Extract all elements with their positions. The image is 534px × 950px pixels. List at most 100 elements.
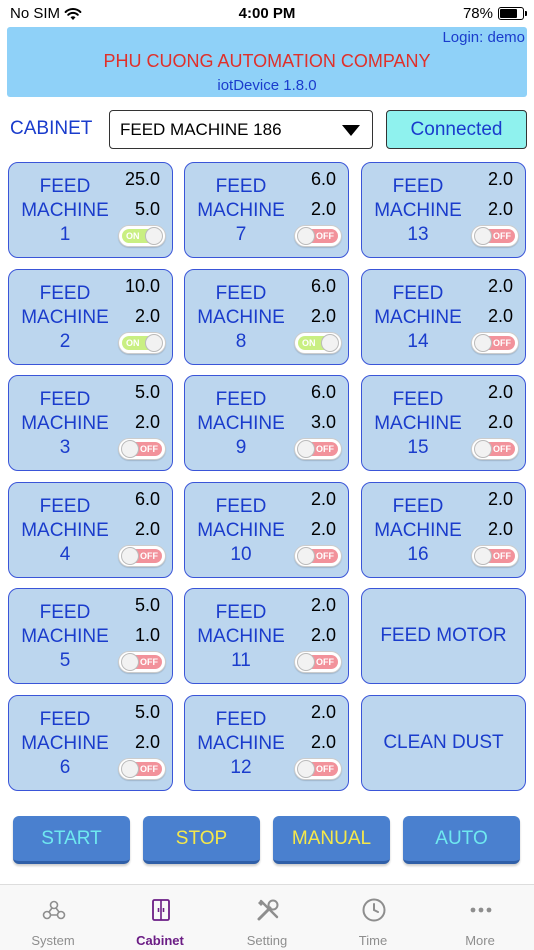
machine-number: 3	[59, 437, 71, 458]
machine-name: FEED MACHINE 2	[9, 282, 121, 354]
machine-name-line1: FEED	[215, 709, 267, 730]
machine-name: FEED MACHINE 15	[362, 388, 474, 460]
machine-value-2: 2.0	[487, 199, 513, 219]
battery-percent: 78%	[462, 5, 493, 22]
machine-switch[interactable]: OFF	[471, 438, 519, 460]
feed-machine-tile[interactable]: FEED MACHINE 2 10.0 2.0 ON	[8, 269, 173, 365]
switch-knob	[145, 227, 163, 245]
machine-name-line2: MACHINE	[21, 626, 109, 647]
machine-value-1: 2.0	[310, 595, 336, 615]
machine-name: FEED MACHINE 12	[185, 708, 297, 780]
feed-machine-tile[interactable]: FEED MACHINE 8 6.0 2.0 ON	[184, 269, 349, 365]
feed-machine-tile[interactable]: FEED MACHINE 4 6.0 2.0 OFF	[8, 482, 173, 578]
feed-machine-tile[interactable]: FEED MACHINE 14 2.0 2.0 OFF	[361, 269, 526, 365]
machine-value-2: 2.0	[487, 412, 513, 432]
switch-knob	[297, 653, 315, 671]
machine-switch[interactable]: OFF	[294, 545, 342, 567]
machine-name: FEED MACHINE 14	[362, 282, 474, 354]
feed-machine-tile[interactable]: FEED MACHINE 13 2.0 2.0 OFF	[361, 162, 526, 258]
machine-name: FEED MACHINE 4	[9, 495, 121, 567]
machine-switch[interactable]: OFF	[294, 758, 342, 780]
machine-name-line2: MACHINE	[197, 413, 285, 434]
feed-machine-tile[interactable]: FEED MACHINE 12 2.0 2.0 OFF	[184, 695, 349, 791]
login-label[interactable]: Login: demo	[442, 29, 525, 46]
feed-machine-tile[interactable]: FEED MACHINE 10 2.0 2.0 OFF	[184, 482, 349, 578]
tab-bar: System Cabinet Setting Time More	[0, 884, 534, 950]
stop-button[interactable]: STOP	[143, 816, 260, 864]
tools-icon	[257, 899, 279, 921]
machine-switch[interactable]: ON	[118, 225, 166, 247]
feed-machine-tile[interactable]: FEED MACHINE 15 2.0 2.0 OFF	[361, 375, 526, 471]
machine-name: FEED MACHINE 11	[185, 601, 297, 673]
clean-dust-button[interactable]: CLEAN DUST	[361, 695, 526, 791]
start-button[interactable]: START	[13, 816, 130, 864]
feed-machine-tile[interactable]: FEED MACHINE 9 6.0 3.0 OFF	[184, 375, 349, 471]
feed-machine-tile[interactable]: FEED MACHINE 3 5.0 2.0 OFF	[8, 375, 173, 471]
machine-switch[interactable]: ON	[294, 332, 342, 354]
machine-name: FEED MACHINE 3	[9, 388, 121, 460]
machine-value-2: 2.0	[310, 306, 336, 326]
machine-switch[interactable]: OFF	[471, 332, 519, 354]
machine-name-line1: FEED	[392, 176, 444, 197]
connection-status-button[interactable]: Connected	[386, 110, 527, 149]
switch-knob	[297, 227, 315, 245]
machine-switch[interactable]: OFF	[118, 545, 166, 567]
machine-value-1: 5.0	[134, 702, 160, 722]
machine-switch[interactable]: OFF	[294, 438, 342, 460]
auto-button[interactable]: AUTO	[403, 816, 520, 864]
machine-switch[interactable]: OFF	[118, 651, 166, 673]
machine-switch[interactable]: OFF	[294, 225, 342, 247]
machine-name: FEED MACHINE 9	[185, 388, 297, 460]
machine-name-line2: MACHINE	[197, 307, 285, 328]
machine-value-2: 2.0	[134, 306, 160, 326]
machine-name-line2: MACHINE	[197, 626, 285, 647]
tab-more[interactable]: More	[427, 885, 533, 950]
clean-dust-label: CLEAN DUST	[383, 732, 504, 753]
machine-number: 9	[235, 437, 247, 458]
machine-value-1: 10.0	[124, 276, 160, 296]
machine-value-2: 2.0	[310, 519, 336, 539]
machine-number: 5	[59, 650, 71, 671]
machine-value-1: 25.0	[124, 169, 160, 189]
machine-value-1: 2.0	[487, 489, 513, 509]
switch-knob	[321, 334, 339, 352]
cabinet-dropdown[interactable]: FEED MACHINE 186	[109, 110, 373, 149]
feed-motor-button[interactable]: FEED MOTOR	[361, 588, 526, 684]
tab-setting-label: Setting	[246, 933, 288, 948]
feed-machine-tile[interactable]: FEED MACHINE 16 2.0 2.0 OFF	[361, 482, 526, 578]
machine-name-line2: MACHINE	[21, 733, 109, 754]
switch-knob	[474, 547, 492, 565]
tab-time[interactable]: Time	[320, 885, 426, 950]
machine-name-line2: MACHINE	[197, 200, 285, 221]
machine-switch[interactable]: ON	[118, 332, 166, 354]
feed-machine-tile[interactable]: FEED MACHINE 11 2.0 2.0 OFF	[184, 588, 349, 684]
machine-switch[interactable]: OFF	[118, 438, 166, 460]
machine-value-1: 6.0	[310, 382, 336, 402]
machine-name-line2: MACHINE	[21, 307, 109, 328]
machine-value-2: 2.0	[310, 199, 336, 219]
machine-number: 12	[230, 757, 252, 778]
machine-value-2: 2.0	[134, 732, 160, 752]
machine-value-1: 5.0	[134, 382, 160, 402]
feed-machine-tile[interactable]: FEED MACHINE 7 6.0 2.0 OFF	[184, 162, 349, 258]
tab-setting[interactable]: Setting	[214, 885, 320, 950]
machine-switch[interactable]: OFF	[118, 758, 166, 780]
machine-number: 7	[235, 224, 247, 245]
tab-cabinet[interactable]: Cabinet	[107, 885, 213, 950]
machine-switch[interactable]: OFF	[471, 545, 519, 567]
machine-switch[interactable]: OFF	[471, 225, 519, 247]
status-bar: No SIM 4:00 PM 78%	[0, 0, 534, 28]
feed-machine-tile[interactable]: FEED MACHINE 5 5.0 1.0 OFF	[8, 588, 173, 684]
machine-name-line2: MACHINE	[374, 200, 462, 221]
tab-system[interactable]: System	[0, 885, 106, 950]
header-banner: Login: demo PHU CUONG AUTOMATION COMPANY…	[7, 27, 527, 97]
manual-button[interactable]: MANUAL	[273, 816, 390, 864]
feed-machine-tile[interactable]: FEED MACHINE 1 25.0 5.0 ON	[8, 162, 173, 258]
tab-more-label: More	[465, 933, 495, 948]
machine-value-2: 2.0	[134, 412, 160, 432]
machine-number: 4	[59, 544, 71, 565]
feed-machine-tile[interactable]: FEED MACHINE 6 5.0 2.0 OFF	[8, 695, 173, 791]
cabinet-selected-value: FEED MACHINE 186	[120, 120, 282, 139]
machine-switch[interactable]: OFF	[294, 651, 342, 673]
switch-knob	[145, 334, 163, 352]
